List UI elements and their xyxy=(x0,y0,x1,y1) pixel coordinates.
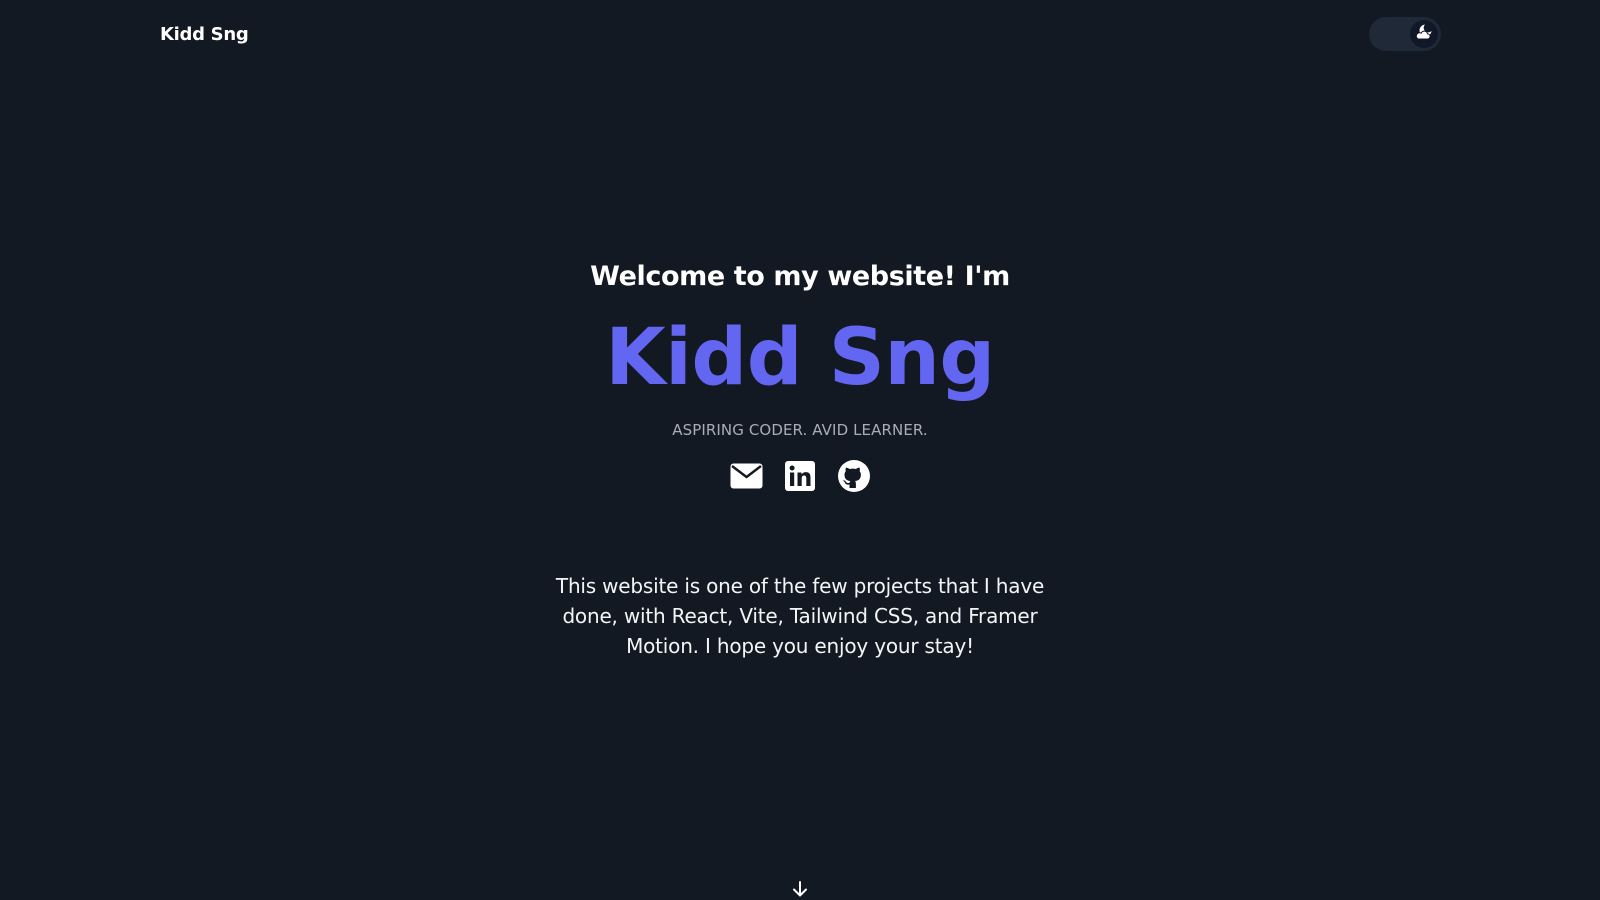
scroll-down-button[interactable] xyxy=(790,880,810,900)
github-link[interactable] xyxy=(837,460,871,496)
brand-logo-text[interactable]: Kidd Sng xyxy=(160,21,249,49)
arrow-down-icon xyxy=(791,880,809,900)
tagline: ASPIRING CODER. AVID LEARNER. xyxy=(672,421,928,439)
theme-toggle[interactable] xyxy=(1369,17,1441,51)
linkedin-link[interactable] xyxy=(783,461,817,495)
envelope-icon xyxy=(730,463,763,493)
hero-name: Kidd Sng xyxy=(605,313,995,403)
welcome-heading: Welcome to my website! I'm xyxy=(590,261,1010,292)
github-icon xyxy=(838,460,870,496)
linkedin-icon xyxy=(785,461,815,495)
moon-cloud-icon xyxy=(1414,22,1434,46)
social-links xyxy=(0,460,1600,496)
email-link[interactable] xyxy=(729,461,763,495)
about-paragraph: This website is one of the few projects … xyxy=(555,574,1045,658)
page: Kidd Sng Welcome to my website! I'm Kidd… xyxy=(0,0,1600,900)
toggle-knob xyxy=(1410,20,1438,48)
